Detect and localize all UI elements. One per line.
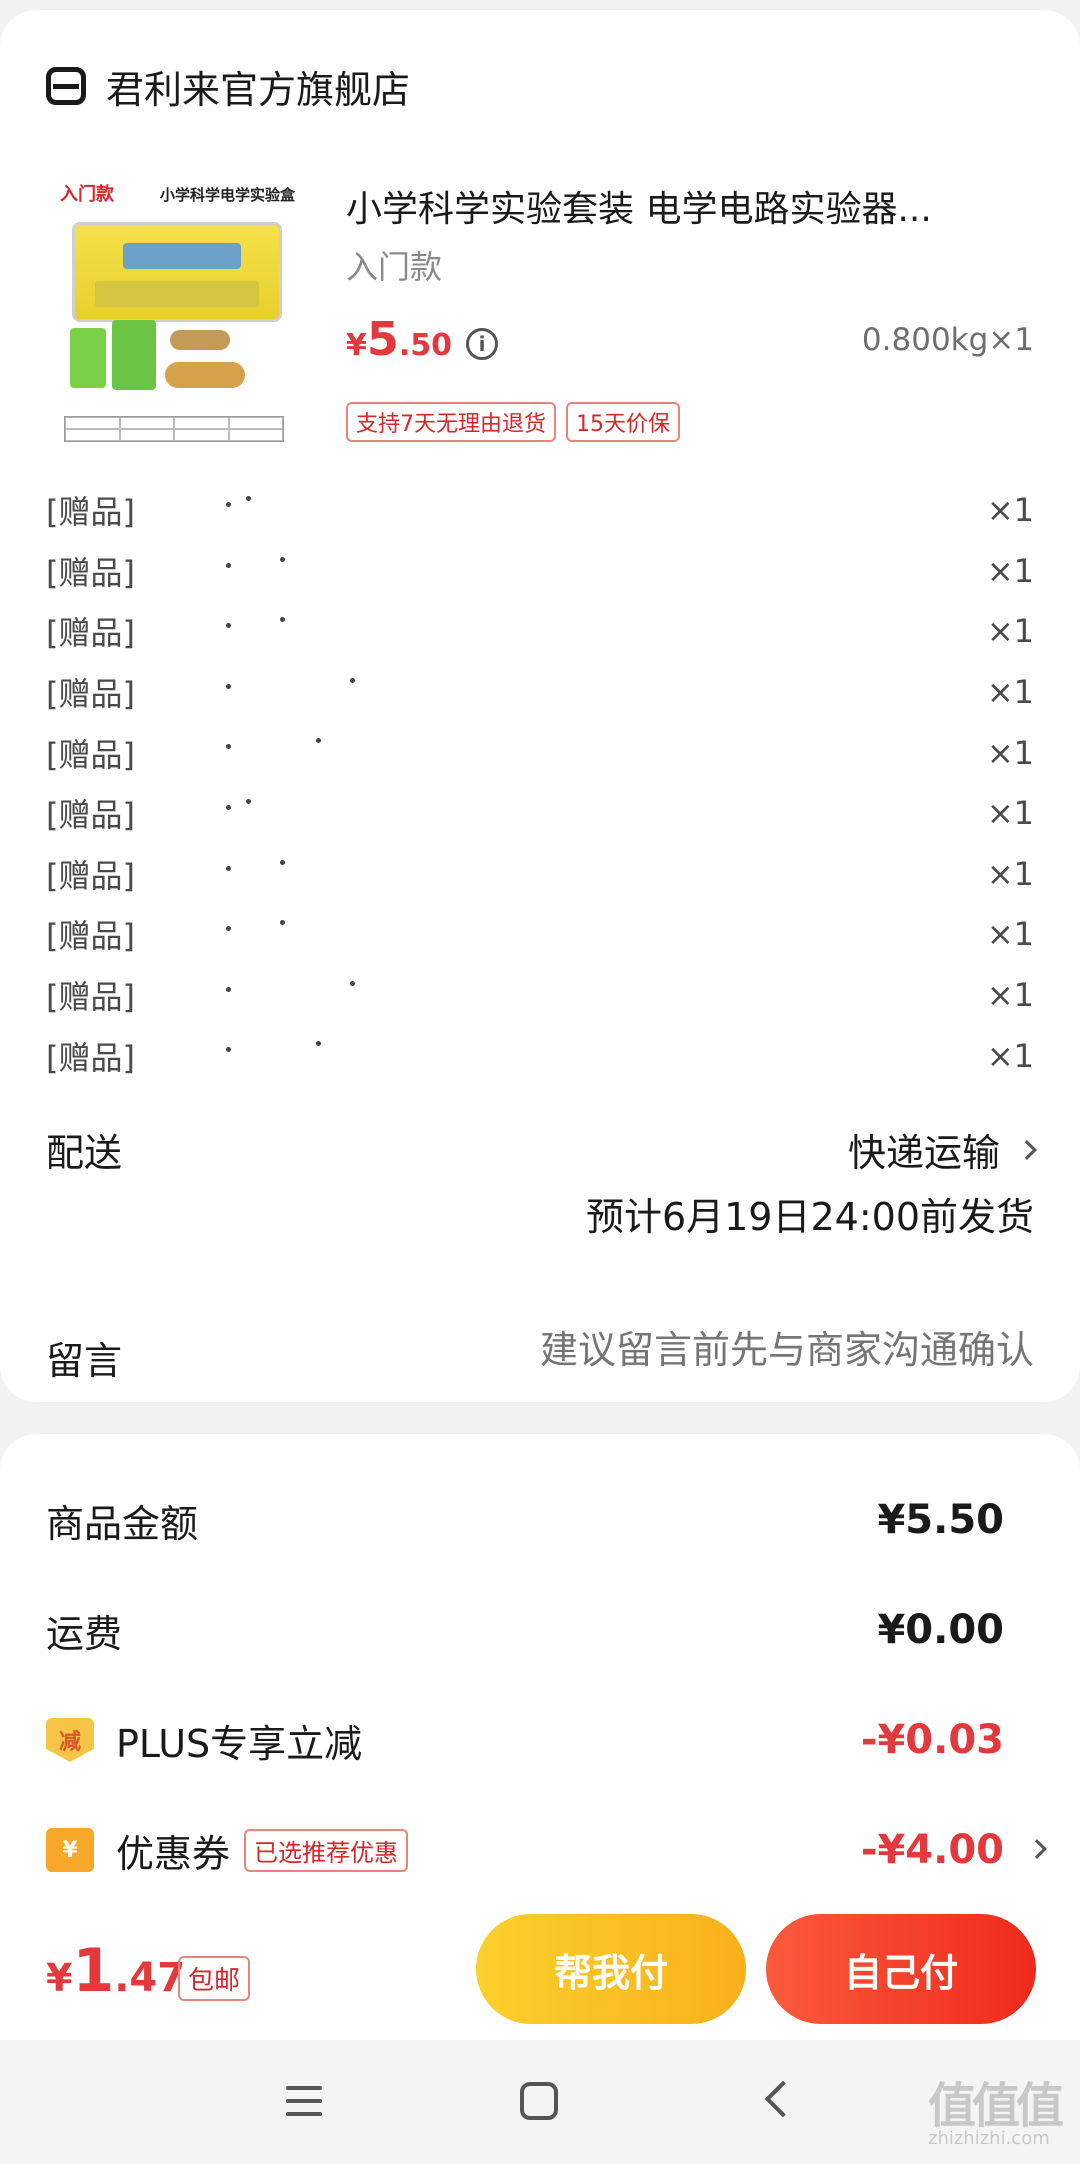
plus-discount-row: 减 PLUS专享立减 -¥0.03 bbox=[46, 1710, 1004, 1770]
gift-label: [赠品] bbox=[46, 978, 135, 1017]
gift-qty: ×1 bbox=[986, 854, 1034, 893]
gift-item: [赠品] ×1 bbox=[46, 601, 1034, 662]
shipping-fee-label: 运费 bbox=[46, 1611, 123, 1656]
gift-item: [赠品] ×1 bbox=[46, 904, 1034, 965]
discount-badge-icon: 减 bbox=[46, 1718, 94, 1762]
product-variant: 入门款 bbox=[346, 248, 443, 286]
shop-header[interactable]: 君利来官方旗舰店 bbox=[46, 56, 410, 116]
coupon-label: 优惠券 bbox=[116, 1831, 231, 1876]
product-image-sublabel: 小学科学电学实验盒 bbox=[160, 186, 296, 204]
gift-label: [赠品] bbox=[46, 856, 135, 895]
gift-item: [赠品] ×1 bbox=[46, 844, 1034, 905]
gift-label: [赠品] bbox=[46, 493, 135, 532]
kit-contents-table bbox=[64, 416, 284, 442]
gift-label: [赠品] bbox=[46, 1038, 135, 1077]
watermark-logo: 值值值 bbox=[928, 2078, 1064, 2134]
shipping-fee-row: 运费 ¥0.00 bbox=[46, 1600, 1004, 1660]
total-integer: 1 bbox=[72, 1936, 115, 2006]
gift-item: [赠品] ×1 bbox=[46, 541, 1034, 602]
gift-label: [赠品] bbox=[46, 796, 135, 835]
shop-name[interactable]: 君利来官方旗舰店 bbox=[106, 59, 410, 114]
product-title[interactable]: 小学科学实验套装 电学电路实验器... bbox=[346, 180, 1026, 232]
gift-label: [赠品] bbox=[46, 675, 135, 714]
gift-item: [赠品] ×1 bbox=[46, 1025, 1034, 1086]
delivery-method: 快递运输 bbox=[847, 1131, 1000, 1175]
gift-label: [赠品] bbox=[46, 614, 135, 653]
kit-parts-illustration bbox=[70, 320, 245, 410]
checkout-bar: ¥1.47 包邮 帮我付 自己付 bbox=[0, 1900, 1080, 2040]
price-protect-tag: 15天价保 bbox=[566, 402, 680, 442]
message-label: 留言 bbox=[46, 1339, 123, 1383]
total-currency: ¥ bbox=[46, 1956, 73, 2000]
goods-amount-value: ¥5.50 bbox=[877, 1497, 1004, 1543]
gift-item: [赠品] ×1 bbox=[46, 965, 1034, 1026]
home-icon[interactable] bbox=[520, 2082, 558, 2120]
gift-item: [赠品] ×1 bbox=[46, 783, 1034, 844]
shipping-fee-value: ¥0.00 bbox=[877, 1607, 1004, 1653]
coupon-badge-icon: ¥ bbox=[46, 1828, 94, 1872]
service-tags: 支持7天无理由退货 15天价保 bbox=[346, 402, 680, 442]
gift-label: [赠品] bbox=[46, 735, 135, 774]
gift-item: [赠品] ×1 bbox=[46, 480, 1034, 541]
gift-item: [赠品] ×1 bbox=[46, 722, 1034, 783]
delivery-label: 配送 bbox=[46, 1131, 123, 1175]
gift-qty: ×1 bbox=[986, 976, 1034, 1015]
delivery-method-selector[interactable]: 快递运输 bbox=[847, 1122, 1037, 1177]
gift-qty: ×1 bbox=[986, 673, 1034, 712]
coupon-value: -¥4.00 bbox=[860, 1827, 1004, 1873]
total-decimal: .47 bbox=[114, 1955, 186, 2001]
product-weight-qty: 0.800kg×1 bbox=[861, 322, 1034, 358]
shop-icon bbox=[46, 67, 86, 105]
order-card: 君利来官方旗舰店 入门款 小学科学电学实验盒 小学科学实验套装 电学电路实验器.… bbox=[0, 10, 1080, 1402]
price-summary-card: 商品金额 ¥5.50 运费 ¥0.00 减 PLUS专享立减 -¥0.03 ¥ … bbox=[0, 1434, 1080, 1934]
gift-qty: ×1 bbox=[986, 551, 1034, 590]
coupon-row[interactable]: ¥ 优惠券 已选推荐优惠 -¥4.00 bbox=[46, 1820, 1047, 1880]
gift-label: [赠品] bbox=[46, 917, 135, 956]
return-policy-tag: 支持7天无理由退货 bbox=[346, 402, 556, 442]
price-decimal: .50 bbox=[398, 328, 453, 363]
product-price: ¥5.50 bbox=[346, 312, 452, 366]
goods-amount-label: 商品金额 bbox=[46, 1501, 199, 1546]
goods-amount-row: 商品金额 ¥5.50 bbox=[46, 1490, 1004, 1550]
plus-discount-label: PLUS专享立减 bbox=[116, 1721, 363, 1766]
free-shipping-badge: 包邮 bbox=[178, 1956, 251, 2001]
chevron-right-icon bbox=[1027, 1839, 1047, 1859]
plus-discount-value: -¥0.03 bbox=[860, 1717, 1004, 1763]
back-icon[interactable] bbox=[764, 2080, 802, 2118]
recent-apps-icon[interactable] bbox=[286, 2086, 322, 2116]
watermark-url: zhizhizhi.com bbox=[928, 2128, 1050, 2149]
delivery-eta: 预计6月19日24:00前发货 bbox=[585, 1195, 1034, 1239]
gift-qty: ×1 bbox=[986, 733, 1034, 772]
gift-item: [赠品] ×1 bbox=[46, 662, 1034, 723]
help-pay-button[interactable]: 帮我付 bbox=[476, 1914, 746, 2024]
gift-list: [赠品] ×1 [赠品] ×1 [赠品] ×1 [赠品] ×1 [赠品] ×1 [赠品] ×… bbox=[46, 480, 1034, 1086]
price-integer: 5 bbox=[366, 312, 399, 366]
info-icon[interactable]: i bbox=[466, 328, 498, 360]
product-image-label: 入门款 bbox=[60, 184, 114, 205]
total-price: ¥1.47 bbox=[46, 1936, 185, 2006]
kit-box-illustration bbox=[72, 222, 282, 322]
message-input[interactable] bbox=[434, 1328, 1034, 1372]
gift-qty: ×1 bbox=[986, 915, 1034, 954]
gift-qty: ×1 bbox=[986, 491, 1034, 530]
gift-qty: ×1 bbox=[986, 794, 1034, 833]
gift-label: [赠品] bbox=[46, 553, 135, 592]
gift-qty: ×1 bbox=[986, 612, 1034, 651]
chevron-right-icon bbox=[1017, 1139, 1037, 1160]
price-currency: ¥ bbox=[346, 328, 367, 363]
coupon-recommended-tag: 已选推荐优惠 bbox=[244, 1828, 409, 1872]
system-navigation-bar: 值值值 zhizhizhi.com bbox=[0, 2040, 1080, 2164]
self-pay-button[interactable]: 自己付 bbox=[766, 1914, 1036, 2024]
gift-qty: ×1 bbox=[986, 1036, 1034, 1075]
product-image[interactable]: 入门款 小学科学电学实验盒 bbox=[46, 170, 302, 442]
